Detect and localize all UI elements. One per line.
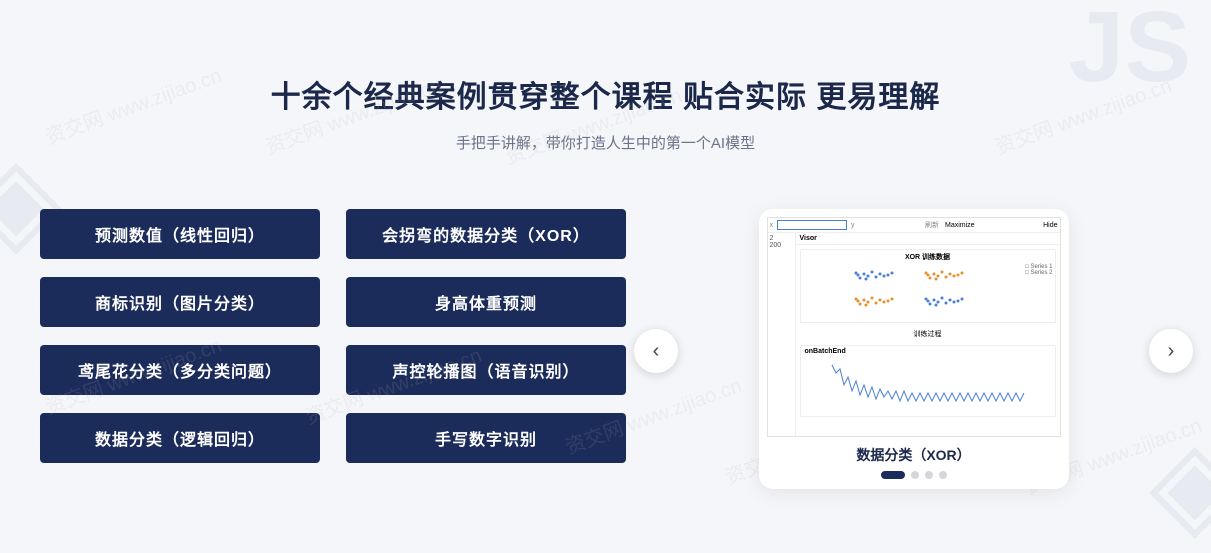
carousel-dot-4[interactable] [939,471,947,479]
carousel-dots [759,471,1069,489]
scatter-title: XOR 训练数据 [801,250,1055,264]
carousel-card: x y 刷新 Maximize Hide 2 200 [759,209,1069,489]
tag-iris[interactable]: 鸢尾花分类（多分类问题） [40,345,320,395]
tags-grid: 预测数值（线性回归） 会拐弯的数据分类（XOR） 商标识别（图片分类） 身高体重… [40,209,626,489]
chevron-right-icon: › [1168,340,1175,363]
tag-logo-classification[interactable]: 商标识别（图片分类） [40,277,320,327]
carousel-dot-3[interactable] [925,471,933,479]
tag-handwriting[interactable]: 手写数字识别 [346,413,626,463]
visor-hide: Hide [1043,222,1057,229]
chevron-left-icon: ‹ [653,340,660,363]
carousel: ‹ x y 刷新 Maximize Hide 2 2 [656,209,1171,489]
page-title: 十余个经典案例贯穿整个课程 贴合实际 更易理解 [0,72,1211,116]
card-visualization: x y 刷新 Maximize Hide 2 200 [759,209,1069,441]
carousel-prev-button[interactable]: ‹ [634,329,678,373]
carousel-card-label: 数据分类（XOR） [759,441,1069,471]
bg-cube-left: ◈ [0,130,62,269]
visor-title: Visor [800,235,817,242]
tag-xor[interactable]: 会拐弯的数据分类（XOR） [346,209,626,259]
bg-js-glyph: JS [1069,0,1191,105]
tag-linear-regression[interactable]: 预测数值（线性回归） [40,209,320,259]
page-subtitle: 手把手讲解，带你打造人生中的第一个AI模型 [0,132,1211,153]
tag-height-weight[interactable]: 身高体重预测 [346,277,626,327]
carousel-dot-1[interactable] [881,471,905,479]
line-chart-title: onBatchEnd [801,346,1055,357]
carousel-next-button[interactable]: › [1149,329,1193,373]
tag-logistic-regression[interactable]: 数据分类（逻辑回归） [40,413,320,463]
scatter-cluster-1 [854,271,963,307]
carousel-dot-2[interactable] [911,471,919,479]
line-section-title: 训练过程 [796,327,1060,341]
visor-side-val-1: 2 [770,235,793,242]
tag-voice-carousel[interactable]: 声控轮播图（语音识别） [346,345,626,395]
visor-side-val-2: 200 [770,242,793,249]
visor-maximize: Maximize [945,222,975,229]
